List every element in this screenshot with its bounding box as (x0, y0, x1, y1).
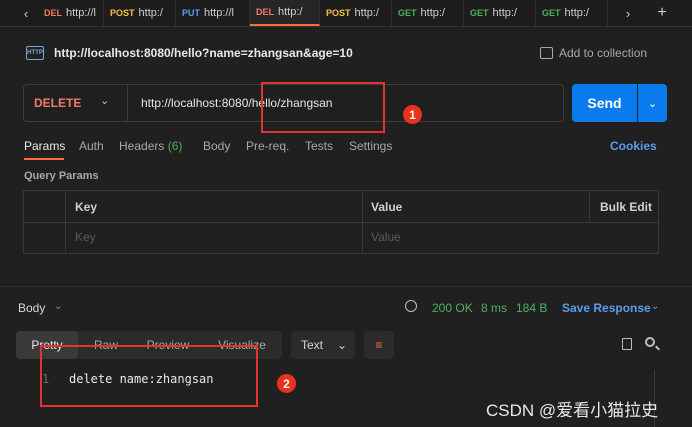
tab-params[interactable]: Params (24, 139, 65, 153)
collection-icon (540, 47, 553, 59)
cookies-link[interactable]: Cookies (610, 139, 657, 153)
request-tab-active[interactable]: DEL http:/ (250, 0, 320, 26)
globe-icon[interactable] (405, 300, 417, 312)
chevron-right-icon[interactable]: › (616, 0, 640, 26)
table-col-divider (65, 190, 66, 254)
add-to-collection-label: Add to collection (559, 46, 648, 60)
chevron-down-icon: ⌄ (337, 338, 348, 352)
tab-method: GET (542, 8, 561, 18)
tab-url: http:/ (278, 6, 303, 18)
tab-url: http:/ (420, 7, 445, 19)
column-header-value: Value (371, 200, 403, 214)
tab-url: http:/ (492, 7, 517, 19)
tab-method: GET (470, 8, 489, 18)
tab-body[interactable]: Body (203, 139, 230, 153)
request-tab[interactable]: PUT http://l (176, 0, 250, 26)
query-params-title: Query Params (24, 170, 99, 182)
tab-url: http:/ (564, 7, 589, 19)
tab-auth[interactable]: Auth (79, 139, 104, 153)
add-to-collection-button[interactable]: Add to collection (540, 46, 647, 60)
table-col-divider (589, 190, 590, 222)
chevron-left-icon[interactable]: ‹ (14, 0, 38, 26)
bulk-edit-button[interactable]: Bulk Edit (600, 200, 652, 214)
watermark: CSDN @爱看小猫拉史 (486, 401, 659, 420)
tab-method: POST (110, 8, 135, 18)
copy-icon[interactable] (622, 338, 632, 350)
request-tab[interactable]: GET http:/ (392, 0, 464, 26)
chevron-down-icon[interactable]: ⌄ (54, 301, 62, 312)
http-icon: HTTP (26, 46, 44, 60)
annotation-badge-1: 1 (403, 105, 422, 124)
headers-count: (6) (167, 139, 183, 153)
active-tab-indicator (24, 158, 64, 160)
annotation-badge-2: 2 (277, 374, 296, 393)
format-select[interactable]: Text ⌄ (291, 331, 355, 359)
param-value-input[interactable]: Value (371, 230, 401, 244)
request-tab[interactable]: GET http:/ (536, 0, 608, 26)
tab-headers-label: Headers (119, 139, 165, 153)
send-options-chevron-icon[interactable]: ⌄ (638, 84, 667, 122)
tab-url: http:/ (138, 7, 163, 19)
table-col-divider (362, 190, 363, 254)
tab-tests[interactable]: Tests (305, 139, 333, 153)
divider (127, 85, 128, 121)
request-title[interactable]: http://localhost:8080/hello?name=zhangsa… (54, 46, 353, 60)
column-header-key: Key (75, 200, 98, 214)
format-label: Text (301, 338, 324, 352)
request-tab[interactable]: POST http:/ (104, 0, 176, 26)
response-size[interactable]: 184 B (516, 301, 547, 315)
send-button[interactable]: Send (572, 84, 637, 122)
wrap-lines-icon[interactable]: ≡ (364, 331, 394, 359)
new-tab-plus-icon[interactable]: + (650, 0, 674, 26)
tab-url: http://l (204, 7, 234, 19)
tab-settings[interactable]: Settings (349, 139, 392, 153)
tab-headers[interactable]: Headers (6) (119, 139, 182, 153)
tab-url: http://l (66, 7, 96, 19)
tab-method: GET (398, 8, 417, 18)
tab-method: POST (326, 8, 351, 18)
method-select[interactable]: DELETE (34, 96, 81, 110)
tab-method: DEL (256, 7, 274, 17)
request-tab[interactable]: DEL http://l (38, 0, 104, 26)
chevron-down-icon[interactable]: ⌄ (100, 94, 109, 107)
table-row-divider (23, 222, 659, 223)
response-time[interactable]: 8 ms (481, 301, 507, 315)
annotation-box-2 (40, 345, 258, 407)
annotation-box-1 (261, 82, 385, 133)
save-response-button[interactable]: Save Response (562, 301, 651, 315)
param-key-input[interactable]: Key (75, 230, 96, 244)
search-icon[interactable] (645, 337, 655, 347)
tab-method: DEL (44, 8, 62, 18)
chevron-down-icon[interactable]: ⌄ (651, 301, 659, 312)
response-body-select[interactable]: Body (18, 301, 45, 315)
status-code[interactable]: 200 OK (432, 301, 473, 315)
divider (0, 286, 692, 287)
request-tab[interactable]: GET http:/ (464, 0, 536, 26)
request-tab[interactable]: POST http:/ (320, 0, 392, 26)
tab-method: PUT (182, 8, 200, 18)
tab-prereq[interactable]: Pre-req. (246, 139, 289, 153)
tab-url: http:/ (354, 7, 379, 19)
